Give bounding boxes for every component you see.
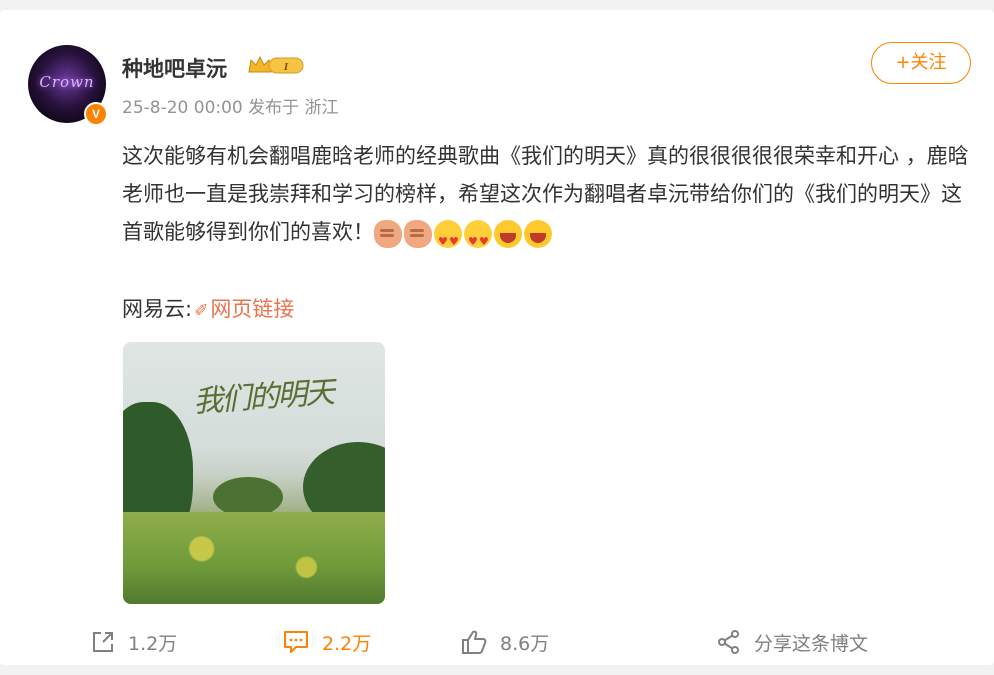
emoji-group	[374, 214, 554, 261]
share-count: 1.2万	[128, 632, 178, 655]
like-button[interactable]: 8.6万	[460, 622, 549, 662]
post-text: 这次能够有机会翻唱鹿晗老师的经典歌曲《我们的明天》真的很很很很很荣幸和开心 ，鹿…	[122, 137, 972, 261]
share-post-button[interactable]: 分享这条博文	[716, 622, 868, 662]
comment-count: 2.2万	[322, 632, 372, 655]
avatar-logo-text: Crown	[39, 73, 95, 91]
link-row: 网易云: ✐网页链接	[122, 293, 294, 323]
cover-grass	[123, 512, 385, 604]
link-icon: ✐	[194, 301, 209, 321]
crown-icon: I	[248, 55, 304, 74]
link-prefix: 网易云:	[122, 297, 193, 321]
album-cover-image[interactable]: 我们的明天	[123, 342, 385, 604]
share-post-label: 分享这条博文	[754, 632, 869, 655]
web-link[interactable]: 网页链接	[210, 297, 294, 321]
post-meta: 25-8-20 00:00 发布于 浙江	[122, 98, 339, 118]
cover-tree-mid	[213, 477, 283, 517]
cover-title: 我们的明天	[192, 375, 335, 420]
follow-button[interactable]: +关注	[871, 42, 971, 84]
fist-emoji-icon	[374, 220, 402, 248]
laugh-emoji-icon	[494, 220, 522, 248]
verified-badge: V	[84, 102, 108, 126]
like-icon	[462, 630, 487, 654]
username[interactable]: 种地吧卓沅	[122, 53, 227, 83]
comment-button[interactable]: 2.2万	[282, 622, 371, 662]
share-icon	[93, 632, 113, 652]
heart-eyes-emoji-icon	[464, 220, 492, 261]
laugh-emoji-icon	[524, 220, 552, 248]
heart-eyes-emoji-icon	[434, 220, 462, 261]
weibo-post-card: Crown V 种地吧卓沅 I 25-8-20 00:00 发布于 浙江 +关注…	[0, 10, 994, 665]
action-bar: 1.2万 2.2万 8.6万 分享这条博文	[0, 622, 994, 662]
share-post-icon	[718, 630, 739, 654]
fist-emoji-icon	[404, 220, 432, 248]
comment-icon	[284, 631, 308, 653]
like-count: 8.6万	[500, 632, 550, 655]
share-button[interactable]: 1.2万	[90, 622, 177, 662]
level-badge-text: I	[283, 61, 289, 73]
